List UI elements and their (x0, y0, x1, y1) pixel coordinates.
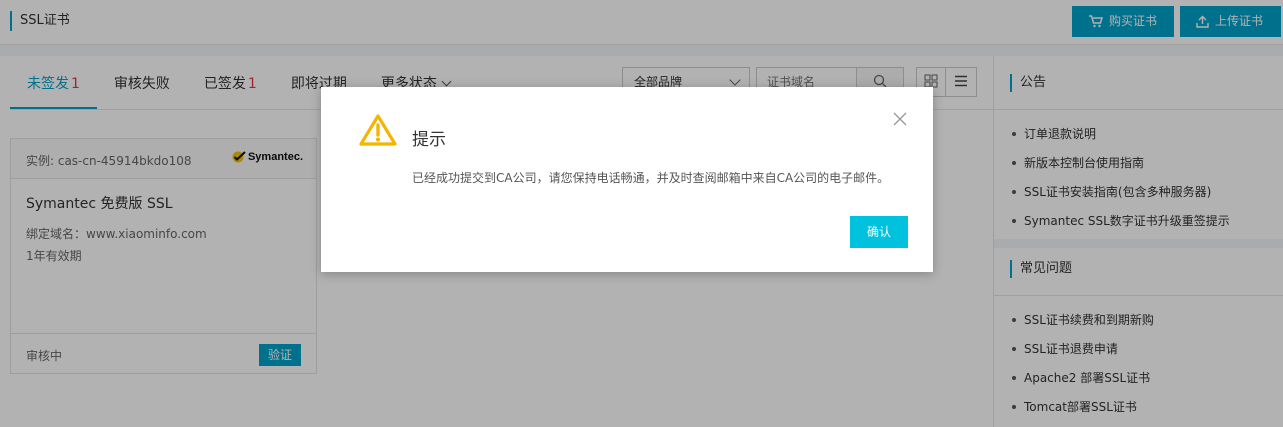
notice-dialog: 提示 已经成功提交到CA公司，请您保持电话畅通，并及时查阅邮箱中来自CA公司的电… (321, 87, 933, 272)
warning-icon (359, 113, 397, 150)
dialog-title: 提示 (412, 130, 446, 150)
dialog-message: 已经成功提交到CA公司，请您保持电话畅通，并及时查阅邮箱中来自CA公司的电子邮件… (412, 171, 890, 185)
confirm-button[interactable]: 确认 (850, 216, 908, 248)
close-icon[interactable] (893, 112, 907, 126)
